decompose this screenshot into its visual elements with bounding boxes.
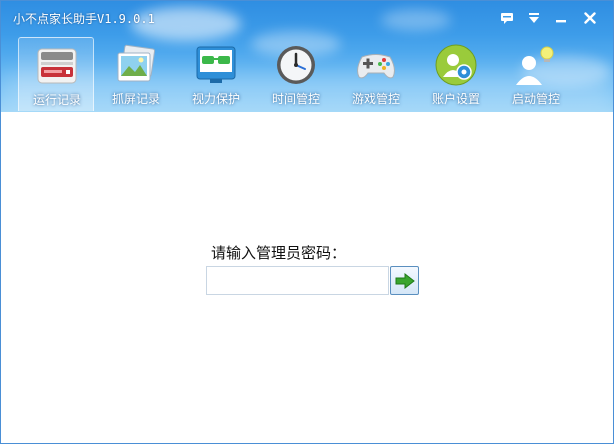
tab-account-settings[interactable]: 账户设置 xyxy=(418,37,494,111)
tab-eye-protection[interactable]: 视力保护 xyxy=(178,37,254,111)
tab-label: 账户设置 xyxy=(431,92,480,106)
app-window: 小不点家长助手V1.9.0.1 运行记录 抓屏记录 视力保护 时间管控 游戏管控… xyxy=(0,0,614,444)
photo-frame-icon xyxy=(117,44,156,82)
main-content: 请输入管理员密码： xyxy=(1,112,613,443)
tab-label: 抓屏记录 xyxy=(111,92,160,106)
window-title: 小不点家长助手V1.9.0.1 xyxy=(13,12,155,26)
tab-screenshot-log[interactable]: 抓屏记录 xyxy=(98,37,174,111)
title-bar[interactable]: 小不点家长助手V1.9.0.1 xyxy=(1,1,613,33)
tab-game-control[interactable]: 游戏管控 xyxy=(338,37,414,111)
gamepad-icon xyxy=(357,54,395,79)
monitor-glasses-icon xyxy=(196,46,236,83)
minimize-icon xyxy=(556,20,566,23)
computer-log-icon xyxy=(37,48,77,84)
tab-label: 时间管控 xyxy=(271,92,320,106)
close-button[interactable] xyxy=(579,7,601,29)
header: 小不点家长助手V1.9.0.1 运行记录 抓屏记录 视力保护 时间管控 游戏管控… xyxy=(1,1,613,112)
tab-label: 视力保护 xyxy=(191,92,240,106)
clock-icon xyxy=(277,46,315,84)
password-input[interactable] xyxy=(206,266,389,295)
feedback-button[interactable] xyxy=(496,7,518,29)
tab-run-log[interactable]: 运行记录 xyxy=(18,37,94,111)
tab-time-control[interactable]: 时间管控 xyxy=(258,37,334,111)
user-gear-icon xyxy=(435,44,477,86)
dropdown-menu-icon xyxy=(529,13,539,23)
password-prompt: 请输入管理员密码： xyxy=(211,244,347,262)
tab-label: 运行记录 xyxy=(32,93,81,107)
green-arrow-right-icon xyxy=(395,272,415,289)
minimize-button[interactable] xyxy=(550,7,572,29)
chat-bubble-icon xyxy=(501,13,513,24)
tab-label: 启动管控 xyxy=(511,92,560,106)
tab-startup-control[interactable]: 启动管控 xyxy=(498,37,574,111)
user-lightbulb-icon xyxy=(516,46,554,85)
submit-button[interactable] xyxy=(390,266,419,295)
close-icon xyxy=(584,12,596,24)
tab-label: 游戏管控 xyxy=(351,92,400,106)
menu-button[interactable] xyxy=(523,7,545,29)
